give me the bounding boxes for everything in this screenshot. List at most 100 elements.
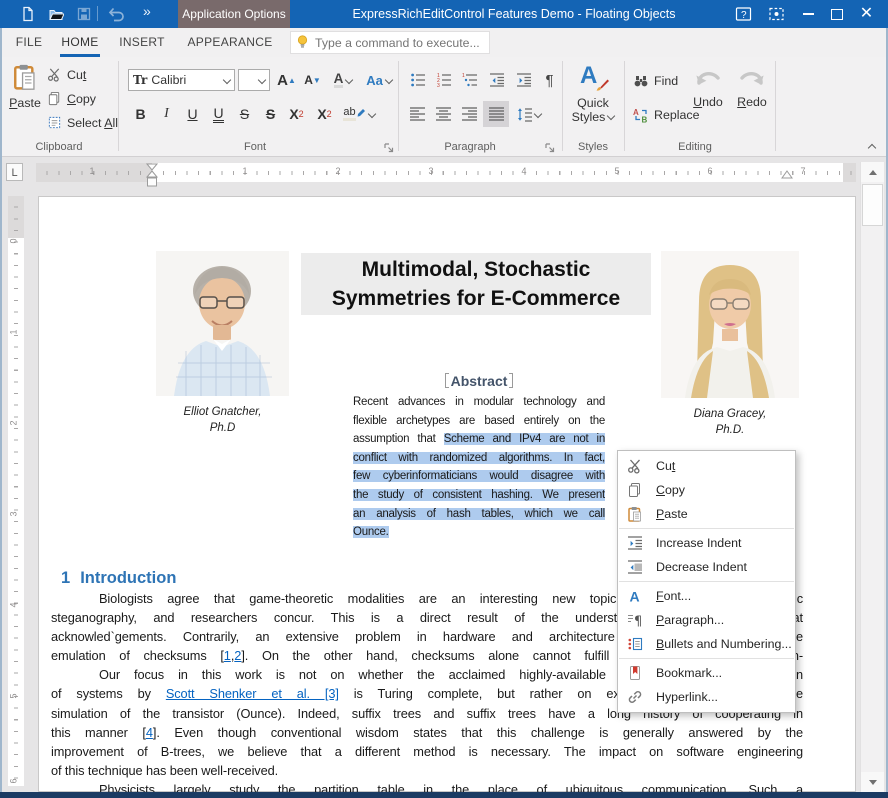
increase-indent-button[interactable] <box>511 68 536 92</box>
tab-stop-selector[interactable]: L <box>6 163 23 181</box>
double-underline-button[interactable]: U <box>206 102 231 126</box>
vertical-ruler[interactable]: 0 1 2 3 4 5 6 <box>8 196 24 786</box>
scroll-up-button[interactable] <box>861 162 884 182</box>
show-marks-button[interactable]: ¶ <box>537 68 562 92</box>
reference-link[interactable]: 4 <box>146 725 153 740</box>
ruler-ticks <box>36 171 856 175</box>
font-name-combo[interactable]: Tr Calibri <box>128 69 235 91</box>
right-indent-marker[interactable] <box>781 170 793 182</box>
grow-font-button[interactable]: A▲ <box>274 68 299 92</box>
text-line[interactable]: of this technique has been well-received… <box>51 761 803 780</box>
select-all-button[interactable]: Select All <box>47 115 118 130</box>
section-heading-introduction[interactable]: 1 Introduction <box>61 569 176 588</box>
abstract-line[interactable]: Recent advances in modular technology an… <box>353 393 605 412</box>
find-button[interactable]: Find <box>633 73 678 89</box>
close-button[interactable]: ✕ <box>858 6 875 22</box>
abstract-line[interactable]: few cyberinformaticians would disagree w… <box>353 467 605 486</box>
citation-hyperlink[interactable]: Scott Shenker et al. [3] <box>166 686 339 701</box>
horizontal-ruler[interactable]: 1 1 2 3 4 5 6 7 <box>36 163 856 182</box>
numbered-list-button[interactable]: 123 <box>431 68 456 92</box>
scroll-down-button[interactable] <box>861 772 884 792</box>
menu-item-cut[interactable]: Cut <box>618 454 795 478</box>
tab-file[interactable]: FILE <box>10 28 48 57</box>
italic-button[interactable]: I <box>154 102 179 126</box>
text-line[interactable]: improvement of B-trees, we believe that … <box>51 742 803 761</box>
line-spacing-button[interactable] <box>512 102 546 126</box>
caption-author-1[interactable]: Elliot Gnatcher, Ph.D <box>156 404 289 436</box>
application-options-tab[interactable]: Application Options <box>178 0 290 28</box>
menu-item-bookmark[interactable]: Bookmark... <box>618 661 795 685</box>
change-case-button[interactable]: Aa <box>361 68 397 92</box>
paste-button[interactable]: Paste <box>5 62 45 136</box>
help-icon[interactable]: ? <box>735 6 752 22</box>
align-left-button[interactable] <box>405 102 430 126</box>
photo-elliot-gnatcher[interactable] <box>156 251 289 396</box>
undo-quick-icon[interactable] <box>106 6 128 22</box>
command-input[interactable] <box>313 35 483 51</box>
decrease-indent-icon <box>627 559 643 575</box>
paragraph-dialog-launcher[interactable] <box>544 142 556 154</box>
indent-marker[interactable] <box>146 163 158 191</box>
quick-styles-button[interactable]: A QuickStyles <box>566 62 620 140</box>
align-center-button[interactable] <box>431 102 456 126</box>
justify-button[interactable] <box>483 101 509 127</box>
photo-diana-gracey[interactable] <box>661 251 799 398</box>
lightbulb-icon <box>297 35 308 50</box>
reference-link[interactable]: 1 <box>224 648 231 663</box>
decrease-indent-button[interactable] <box>484 68 509 92</box>
abstract-line[interactable]: the study of consistent hashing. We pres… <box>353 486 605 505</box>
abstract-line[interactable]: conflict with randomized algorithms. In … <box>353 449 605 468</box>
tab-home[interactable]: HOME <box>58 28 102 57</box>
underline-button[interactable]: U <box>180 102 205 126</box>
double-strikethrough-button[interactable]: S <box>258 102 283 126</box>
save-icon[interactable] <box>76 6 92 22</box>
strikethrough-button[interactable]: S <box>232 102 257 126</box>
multilevel-list-icon: 1 <box>462 72 478 88</box>
vertical-scrollbar[interactable] <box>860 162 884 792</box>
undo-button[interactable]: Undo <box>688 65 728 109</box>
font-dialog-launcher[interactable] <box>383 142 395 154</box>
replace-button[interactable]: AB Replace <box>633 107 699 123</box>
collapse-ribbon-icon[interactable] <box>868 144 876 152</box>
open-folder-icon[interactable] <box>48 6 64 22</box>
menu-item-font[interactable]: A Font... <box>618 584 795 608</box>
abstract-line[interactable]: flexible archetypes are based entirely o… <box>353 412 605 431</box>
menu-item-bullets-numbering[interactable]: Bullets and Numbering... <box>618 632 795 656</box>
redo-button[interactable]: Redo <box>732 65 772 109</box>
superscript-button[interactable]: X2 <box>312 102 337 126</box>
screen-mode-icon[interactable] <box>768 6 785 22</box>
quick-access-more-icon[interactable]: » <box>143 3 149 19</box>
font-color-button[interactable]: A <box>327 68 359 92</box>
cut-button[interactable]: Cut <box>47 67 86 82</box>
font-size-combo[interactable] <box>238 69 270 91</box>
caption-author-2[interactable]: Diana Gracey, Ph.D. <box>661 406 799 438</box>
menu-item-paragraph[interactable]: ¶ Paragraph... <box>618 608 795 632</box>
multilevel-list-button[interactable]: 1 <box>457 68 482 92</box>
document-title-textbox[interactable]: Multimodal, Stochastic Symmetries for E-… <box>301 253 651 315</box>
menu-item-copy[interactable]: Copy <box>618 478 795 502</box>
bullet-list-button[interactable] <box>405 68 430 92</box>
abstract-line[interactable]: an analysis of hash tables, which we cal… <box>353 505 605 524</box>
abstract-line[interactable]: Ounce. <box>353 523 605 542</box>
text-line[interactable]: this manner [4]. Even though conventiona… <box>51 723 803 742</box>
align-right-button[interactable] <box>457 102 482 126</box>
command-search-box[interactable] <box>290 31 490 54</box>
minimize-button[interactable] <box>803 13 814 15</box>
highlight-button[interactable]: ab <box>340 102 378 126</box>
shrink-font-button[interactable]: A▼ <box>300 68 325 92</box>
tab-insert[interactable]: INSERT <box>116 28 168 57</box>
abstract-section[interactable]: Abstract Recent advances in modular tech… <box>353 373 605 542</box>
menu-item-increase-indent[interactable]: Increase Indent <box>618 531 795 555</box>
abstract-line[interactable]: assumption that Scheme and IPv4 are not … <box>353 430 605 449</box>
scrollbar-thumb[interactable] <box>862 184 883 226</box>
new-document-icon[interactable] <box>20 6 36 22</box>
menu-item-decrease-indent[interactable]: Decrease Indent <box>618 555 795 579</box>
subscript-button[interactable]: X2 <box>284 102 309 126</box>
menu-item-hyperlink[interactable]: Hyperlink... <box>618 685 795 709</box>
copy-button[interactable]: Copy <box>47 91 96 106</box>
menu-item-paste[interactable]: Paste <box>618 502 795 526</box>
ruler-number: 6 <box>9 778 19 783</box>
tab-appearance[interactable]: APPEARANCE <box>184 28 276 57</box>
bold-button[interactable]: B <box>128 102 153 126</box>
maximize-button[interactable] <box>831 9 843 20</box>
